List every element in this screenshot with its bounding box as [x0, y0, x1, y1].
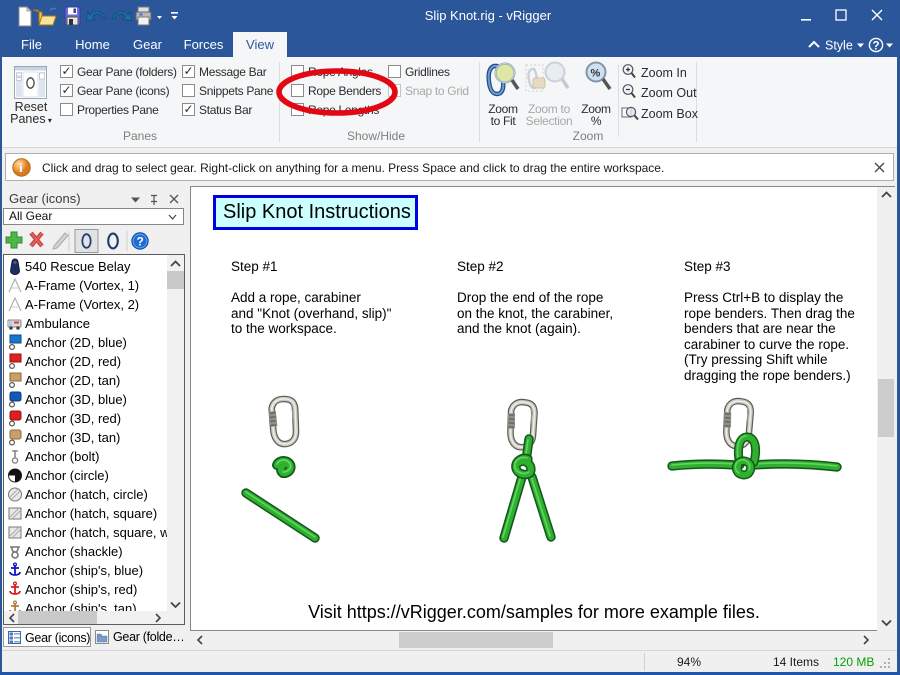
svg-text:%: %	[591, 68, 601, 80]
svg-text:?: ?	[137, 235, 144, 249]
svg-text:i: i	[19, 161, 23, 175]
svg-text:Style: Style	[825, 39, 853, 53]
svg-text:?: ?	[873, 41, 880, 53]
